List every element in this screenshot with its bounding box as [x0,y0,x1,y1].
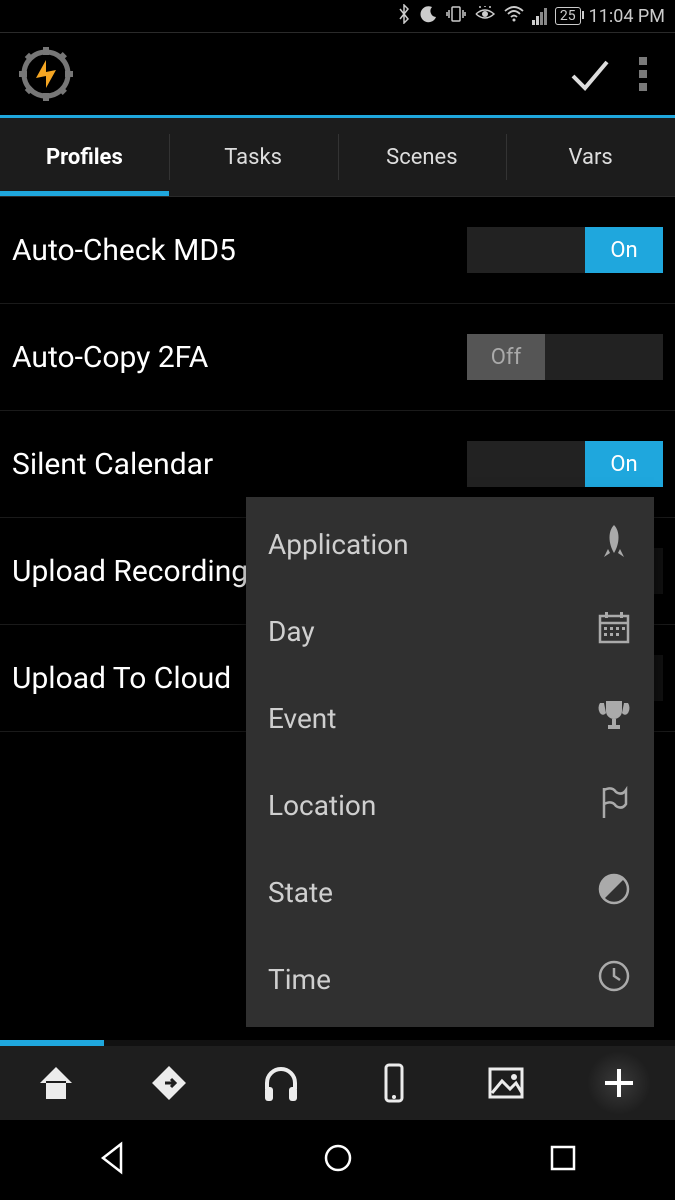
category-headphones[interactable] [225,1046,338,1120]
popup-label: Location [268,789,376,822]
profile-name: Auto-Check MD5 [12,233,236,268]
nav-recent[interactable] [545,1140,581,1180]
profile-name: Upload Recording [12,554,248,589]
calendar-icon [596,610,632,653]
category-home[interactable] [0,1046,113,1120]
profile-toggle[interactable]: On [467,227,663,273]
tab-profiles[interactable]: Profiles [0,118,169,196]
android-nav-bar [0,1120,675,1200]
confirm-button[interactable] [565,50,613,98]
moon-icon [420,5,438,28]
trophy-icon [596,697,632,740]
main-tabs: Profiles Tasks Scenes Vars [0,118,675,196]
context-bar [0,1046,675,1120]
popup-item-application[interactable]: Application [246,501,654,588]
popup-item-location[interactable]: Location [246,762,654,849]
profile-toggle[interactable]: Off [467,334,663,380]
category-directions[interactable] [113,1046,226,1120]
vibrate-icon [446,5,466,28]
profile-name: Silent Calendar [12,447,213,482]
tab-tasks[interactable]: Tasks [169,118,338,196]
clock-icon [596,958,632,1001]
status-time: 11:04 PM [589,6,665,27]
android-status-bar: 25 11:04 PM [0,0,675,32]
tab-indicator [0,191,169,196]
popup-label: Application [268,528,409,561]
profile-name: Upload To Cloud [12,661,231,696]
popup-label: Event [268,702,336,735]
overflow-menu-button[interactable] [629,57,657,91]
profile-toggle[interactable]: On [467,441,663,487]
category-phone[interactable] [338,1046,451,1120]
rocket-icon [596,523,632,566]
eye-comfort-icon [474,6,496,27]
context-bar-wrapper [0,1040,675,1120]
profile-row[interactable]: Auto-Check MD5 On [0,197,675,304]
tab-scenes[interactable]: Scenes [338,118,507,196]
flag-icon [596,784,632,827]
bluetooth-icon [396,4,412,29]
popup-item-time[interactable]: Time [246,936,654,1023]
popup-item-day[interactable]: Day [246,588,654,675]
signal-icon [532,8,547,25]
tasker-logo-icon[interactable] [18,46,74,102]
nav-home[interactable] [320,1140,356,1180]
popup-label: Day [268,615,315,648]
wifi-icon [504,6,524,27]
tab-vars[interactable]: Vars [506,118,675,196]
add-context-popup: Application Day Event Location State Tim… [246,497,654,1027]
app-header [0,33,675,115]
popup-item-state[interactable]: State [246,849,654,936]
nav-back[interactable] [95,1140,131,1180]
battery-indicator: 25 [555,7,581,25]
category-image[interactable] [450,1046,563,1120]
half-circle-icon [596,871,632,914]
popup-item-event[interactable]: Event [246,675,654,762]
profile-row[interactable]: Auto-Copy 2FA Off [0,304,675,411]
popup-label: Time [268,963,331,996]
popup-label: State [268,876,333,909]
profile-name: Auto-Copy 2FA [12,340,208,375]
add-button[interactable] [563,1046,675,1120]
